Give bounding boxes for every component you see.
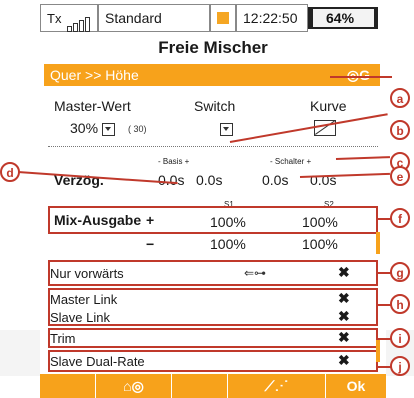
callout-d: d bbox=[0, 162, 20, 182]
battery-percent: 64% bbox=[326, 10, 355, 26]
switch-selector[interactable] bbox=[220, 120, 233, 136]
mix-plus-s2[interactable]: 100% bbox=[302, 214, 338, 230]
master-value-text: 30% bbox=[70, 120, 99, 136]
option-label: Master Link bbox=[50, 292, 118, 307]
mix-minus-s2[interactable]: 100% bbox=[302, 236, 338, 252]
battery-icon: 64% bbox=[308, 7, 378, 29]
signal-bars-icon bbox=[67, 6, 91, 33]
battery-indicator: 64% bbox=[308, 4, 382, 32]
mixer-name: Quer >> Höhe bbox=[50, 67, 139, 83]
mix-minus-s1[interactable]: 100% bbox=[210, 236, 246, 252]
curve-icon[interactable]: ⟋⋰ bbox=[228, 374, 326, 398]
verzog-basis-minus[interactable]: 0.0s bbox=[158, 172, 184, 188]
callout-h: h bbox=[390, 294, 410, 314]
curve-label: Kurve bbox=[310, 98, 347, 114]
scrollbar[interactable] bbox=[376, 232, 380, 254]
basis-label: - Basis + bbox=[158, 157, 190, 166]
ok-button[interactable]: Ok bbox=[326, 374, 386, 398]
switch-dropdown-icon[interactable] bbox=[220, 122, 233, 136]
option-nur-vorwaerts[interactable]: Nur vorwärts bbox=[50, 266, 380, 281]
callout-e: e bbox=[390, 166, 410, 186]
mix-plus-sign: + bbox=[146, 212, 155, 228]
option-slave-dual-rate[interactable]: Slave Dual-Rate bbox=[50, 354, 380, 369]
master-sub-value: ( 30) bbox=[128, 124, 147, 134]
option-trim[interactable]: Trim bbox=[50, 331, 380, 346]
mix-output-label: Mix-Ausgabe bbox=[54, 212, 142, 228]
tx-signal-cell: Tx bbox=[40, 4, 98, 33]
model-name[interactable]: Standard bbox=[98, 4, 210, 32]
servo-icon: ⇐⊶ bbox=[244, 266, 267, 280]
verzog-basis-plus[interactable]: 0.0s bbox=[196, 172, 222, 188]
schalter-label: - Schalter + bbox=[270, 157, 312, 166]
tx-label: Tx bbox=[47, 11, 62, 26]
mix-plus-s1[interactable]: 100% bbox=[210, 214, 246, 230]
option-slave-link[interactable]: Slave Link bbox=[50, 310, 380, 325]
option-toggle-icon[interactable]: ✖ bbox=[338, 264, 350, 281]
callout-line-a bbox=[330, 76, 392, 78]
option-label: Slave Link bbox=[50, 310, 110, 325]
callout-j: j bbox=[390, 356, 410, 376]
status-bar: Tx Standard 12:22:50 64% bbox=[40, 4, 386, 33]
callout-i: i bbox=[390, 328, 410, 348]
mix-minus-sign: − bbox=[146, 236, 155, 252]
option-label: Trim bbox=[50, 331, 76, 346]
master-label: Master-Wert bbox=[54, 98, 131, 114]
clock: 12:22:50 bbox=[236, 4, 308, 32]
switch-label: Switch bbox=[194, 98, 236, 114]
callout-a: a bbox=[390, 88, 410, 108]
mixer-header-bar[interactable]: Quer >> Höhe ◎G bbox=[44, 64, 380, 86]
status-indicator-cell bbox=[210, 4, 236, 32]
transmitter-screen: Tx Standard 12:22:50 64% Freie Mischer Q… bbox=[40, 0, 386, 398]
page-title: Freie Mischer bbox=[158, 38, 268, 57]
eye-g-icon[interactable]: ◎G bbox=[347, 64, 370, 86]
option-label: Nur vorwärts bbox=[50, 266, 124, 281]
callout-f: f bbox=[390, 208, 410, 228]
model-eye-icon[interactable]: ⌂◎ bbox=[96, 374, 172, 398]
option-toggle-icon[interactable]: ✖ bbox=[338, 290, 350, 307]
option-toggle-icon[interactable]: ✖ bbox=[338, 352, 350, 369]
verzog-schalter-minus[interactable]: 0.0s bbox=[262, 172, 288, 188]
bottom-bar: ⌂◎ ⟋⋰ Ok bbox=[40, 374, 386, 398]
master-value[interactable]: 30% bbox=[70, 120, 115, 136]
option-toggle-icon[interactable]: ✖ bbox=[338, 329, 350, 346]
tab-empty-2[interactable] bbox=[172, 374, 228, 398]
callout-b: b bbox=[390, 120, 410, 140]
tab-empty-1[interactable] bbox=[40, 374, 96, 398]
divider bbox=[48, 146, 378, 147]
option-master-link[interactable]: Master Link bbox=[50, 292, 380, 307]
callout-g: g bbox=[390, 262, 410, 282]
indicator-square-icon bbox=[217, 12, 229, 24]
option-toggle-icon[interactable]: ✖ bbox=[338, 308, 350, 325]
scrollbar-lower[interactable] bbox=[376, 340, 380, 362]
option-label: Slave Dual-Rate bbox=[50, 354, 145, 369]
master-dropdown-icon[interactable] bbox=[101, 122, 115, 136]
